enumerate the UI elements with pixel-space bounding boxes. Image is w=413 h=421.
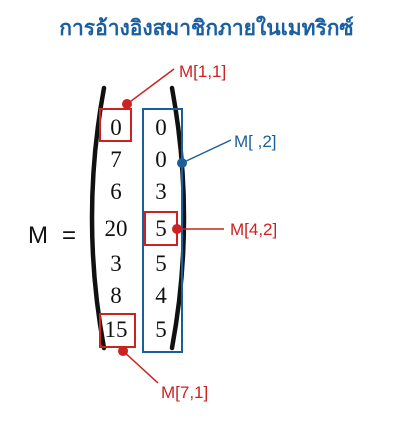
callout-label: M[4,2] <box>230 220 277 239</box>
matrix-cell: 3 <box>110 251 122 276</box>
matrix-cell: 3 <box>155 179 167 204</box>
callout-m-7-1: M[7,1] <box>118 346 208 402</box>
matrix-cell: 0 <box>155 147 167 172</box>
matrix-cell: 6 <box>110 179 122 204</box>
callout-label: M[ ,2] <box>234 132 277 151</box>
callout-m-col-2: M[ ,2] <box>177 132 277 168</box>
matrix-cell: 0 <box>155 115 167 140</box>
matrix-cell: 5 <box>155 216 167 241</box>
callout-m-4-2: M[4,2] <box>172 220 277 239</box>
equals-sign: = <box>62 222 76 249</box>
left-parenthesis <box>89 85 107 351</box>
matrix-cell: 20 <box>105 216 128 241</box>
callout-label: M[7,1] <box>161 383 208 402</box>
callout-label: M[1,1] <box>179 62 226 81</box>
matrix-cell: 5 <box>155 317 167 342</box>
matrix-cell: 8 <box>110 283 122 308</box>
matrix-diagram: M = 0 7 6 20 3 8 15 0 0 3 5 5 4 5 M[1,1] <box>28 62 277 402</box>
matrix-cell: 5 <box>155 251 167 276</box>
matrix-column-1: 0 7 6 20 3 8 15 <box>105 115 128 342</box>
matrix-cell: 4 <box>155 283 167 308</box>
matrix-name: M <box>28 222 48 249</box>
matrix-cell: 15 <box>105 317 128 342</box>
matrix-cell: 7 <box>110 147 122 172</box>
matrix-column-2: 0 0 3 5 5 4 5 <box>155 115 167 342</box>
matrix-cell: 0 <box>110 115 122 140</box>
